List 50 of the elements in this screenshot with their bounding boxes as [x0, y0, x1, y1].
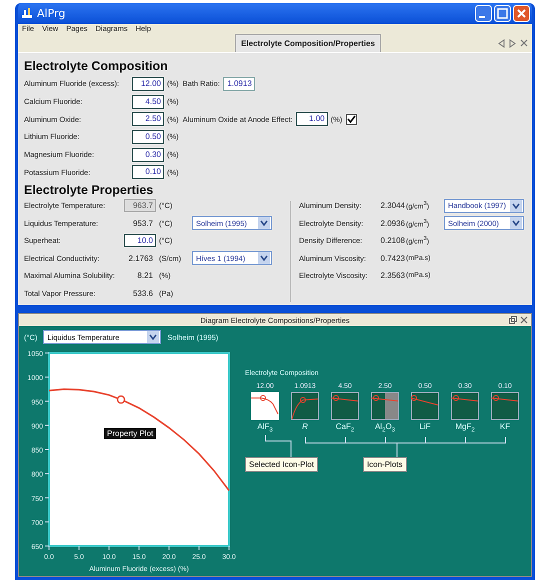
section-heading: Electrolyte Properties	[24, 183, 154, 198]
icon-plot[interactable]	[451, 392, 479, 420]
close-icon[interactable]	[520, 316, 528, 324]
property-value: 0.7423	[380, 254, 405, 263]
icon-plot[interactable]	[291, 392, 319, 420]
component-label: R	[302, 422, 308, 433]
current-point-marker[interactable]	[116, 395, 126, 404]
maximize-button[interactable]	[494, 4, 511, 22]
callout-label: Selected Icon-Plot	[245, 457, 318, 472]
property-value: 2.1763	[128, 252, 154, 265]
input-field[interactable]: 12.00	[132, 76, 164, 91]
property-value: 0.2108	[380, 236, 405, 246]
app-logo-icon	[21, 7, 33, 20]
component-label: CaF$_{2}$	[336, 422, 354, 435]
icon-plot[interactable]	[331, 392, 359, 420]
input-field: 1.0913	[222, 76, 255, 91]
property-value: 953.7	[132, 218, 154, 230]
page-tab[interactable]: Electrolyte Composition/Properties	[235, 34, 381, 52]
component-label: AlF$_{3}$	[257, 422, 273, 435]
section-heading: Electrolyte Composition	[24, 59, 169, 73]
close-button[interactable]	[513, 4, 530, 22]
property-value: 533.6	[132, 288, 154, 300]
component-label: MgF$_{2}$	[455, 422, 475, 435]
window-title: AlPrg	[37, 6, 66, 20]
property-value: 2.3563	[380, 271, 405, 280]
input-field[interactable]: 1.00	[296, 112, 328, 126]
input-field[interactable]: 0.50	[132, 130, 164, 144]
component-label: LiF	[419, 422, 431, 433]
icon-plot[interactable]	[411, 392, 439, 420]
minimize-button[interactable]	[475, 4, 492, 22]
scroll-left-icon[interactable]	[498, 38, 505, 48]
component-label: KF	[500, 422, 510, 433]
property-value: 963.7	[124, 199, 156, 212]
component-label: Al$_{2}$O$_{3}$	[374, 422, 396, 435]
callout-label: Property Plot	[104, 428, 156, 439]
input-field[interactable]: 0.10	[132, 165, 164, 180]
scroll-right-icon[interactable]	[509, 38, 516, 48]
property-value: 8.21	[136, 270, 154, 282]
close-icon[interactable]	[520, 39, 528, 47]
input-field[interactable]: 2.50	[132, 112, 164, 126]
icon-plot[interactable]	[491, 392, 519, 420]
property-value[interactable]: 10.0	[124, 234, 156, 248]
property-value: 2.0936	[380, 218, 405, 228]
checkbox[interactable]	[346, 114, 358, 125]
input-field[interactable]: 0.30	[132, 148, 164, 162]
property-value: 2.3044	[380, 201, 405, 210]
callout-label: Icon-Plots	[362, 457, 407, 472]
input-field[interactable]: 4.50	[132, 94, 164, 109]
icon-plot[interactable]	[371, 392, 399, 420]
restore-icon[interactable]	[509, 316, 517, 324]
